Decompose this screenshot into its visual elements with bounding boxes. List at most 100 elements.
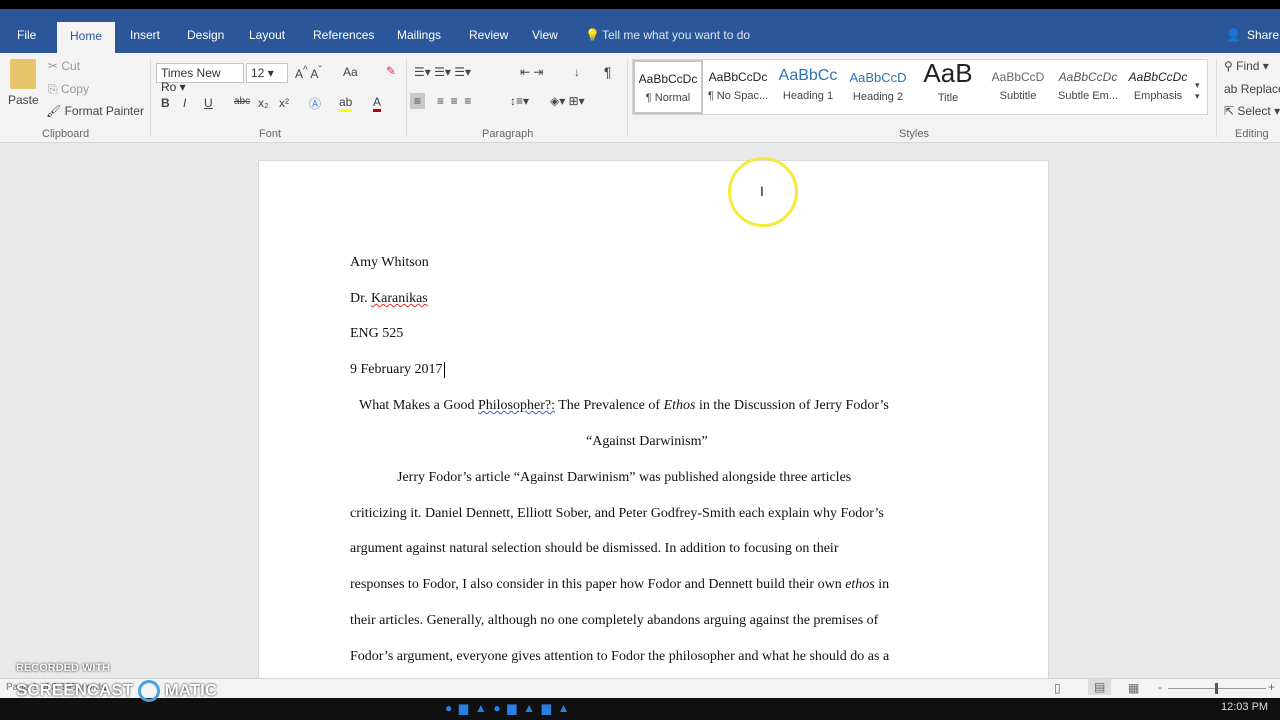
subscript-button[interactable]: x₂ <box>258 96 269 110</box>
document-page[interactable] <box>258 160 1049 680</box>
style-emphasis[interactable]: AaBbCcDc Emphasis <box>1123 60 1193 114</box>
watermark-text: MATIC <box>164 680 218 700</box>
underline-button[interactable]: U <box>204 96 213 110</box>
lightbulb-icon: 💡 <box>585 28 600 42</box>
cut-button[interactable]: ✂ Cut <box>48 59 80 73</box>
date-line: 9 February 2017 <box>350 362 445 378</box>
body-text: responses to Fodor, I also consider in t… <box>350 577 846 592</box>
title-bar <box>0 0 1280 9</box>
style-heading-2[interactable]: AaBbCcD Heading 2 <box>843 60 913 114</box>
read-mode-icon[interactable]: ▯ <box>1054 681 1061 695</box>
tab-mailings[interactable]: Mailings <box>397 28 441 42</box>
tab-references[interactable]: References <box>313 28 374 42</box>
watermark-text: SCREENCAST <box>16 680 134 700</box>
style-subtle-emphasis[interactable]: AaBbCcDc Subtle Em... <box>1053 60 1123 114</box>
divider <box>1216 59 1217 137</box>
text-effects-icon[interactable]: Ⓐ <box>309 95 321 112</box>
zoom-slider-thumb[interactable] <box>1215 683 1218 694</box>
copy-button[interactable]: ⎘ Copy <box>48 82 89 97</box>
style-name: Subtitle <box>999 90 1037 102</box>
body-line: Fodor’s argument, everyone gives attenti… <box>350 649 890 664</box>
body-text: in <box>874 577 890 592</box>
font-name-select[interactable]: Times New Ro ▾ <box>156 63 244 94</box>
show-formatting-button[interactable]: ¶ <box>604 64 612 80</box>
style-preview: AaBbCcDc <box>1058 70 1118 84</box>
font-name-value: Times New Ro <box>161 66 221 94</box>
tab-file[interactable]: File <box>17 28 36 42</box>
style-name: Heading 1 <box>782 90 834 102</box>
style-preview: AaBbCcDc <box>638 72 698 86</box>
clear-formatting-icon[interactable]: ✎ <box>386 64 396 78</box>
style-name: Subtle Em... <box>1058 90 1118 102</box>
style-preview: AaBbCcDc <box>1128 70 1188 84</box>
tab-layout[interactable]: Layout <box>249 28 285 42</box>
ribbon-tabs: File Home Insert Design Layout Reference… <box>0 9 1280 53</box>
style-preview: AaBbCcD <box>991 70 1045 84</box>
print-layout-icon[interactable]: ▤ <box>1088 679 1112 695</box>
strikethrough-button[interactable]: abc <box>234 96 250 107</box>
format-painter-button[interactable]: 🖌 Format Painter <box>46 104 144 118</box>
align-left-button[interactable]: ≡ <box>410 93 426 109</box>
ribbon: Paste ✂ Cut ⎘ Copy 🖌 Format Painter Clip… <box>0 53 1280 143</box>
tell-me-search[interactable]: Tell me what you want to do <box>602 28 750 42</box>
instructor-line: Dr. Karanikas <box>350 291 428 307</box>
grow-font-icon[interactable]: A^ Aˇ <box>295 65 322 81</box>
taskbar-app-icons[interactable]: ● ▆ ▲ ● ▆ ▲ ▆ ▲ <box>445 701 570 715</box>
divider <box>406 59 407 137</box>
share-button[interactable]: Share <box>1247 28 1279 42</box>
body-line: responses to Fodor, I also consider in t… <box>350 577 889 593</box>
font-color-icon[interactable]: A <box>373 95 382 112</box>
zoom-out-button[interactable]: - <box>1158 680 1162 694</box>
web-layout-icon[interactable]: ▦ <box>1128 681 1139 695</box>
zoom-in-button[interactable]: + <box>1268 680 1275 694</box>
instructor-title: Dr. <box>350 291 371 306</box>
styles-group-label: Styles <box>899 128 929 140</box>
text-cursor-icon: I <box>760 183 764 199</box>
align-buttons[interactable]: ≡ ≡ ≡ <box>437 94 471 108</box>
tab-insert[interactable]: Insert <box>130 28 160 42</box>
italic-button[interactable]: I <box>183 96 186 110</box>
title-part: The Prevalence of <box>554 398 664 413</box>
title-part: What Makes a Good <box>359 398 478 413</box>
indent-icon[interactable]: ⇤ ⇥ <box>520 65 543 79</box>
font-size-value: 12 <box>251 66 265 80</box>
style-no-spacing[interactable]: AaBbCcDc ¶ No Spac... <box>703 60 773 114</box>
clock[interactable]: 12:03 PM <box>1221 701 1268 713</box>
bullets-icon[interactable]: ☰▾ ☰▾ ☰▾ <box>414 65 471 79</box>
style-normal[interactable]: AaBbCcDc ¶ Normal <box>633 60 703 114</box>
tab-home[interactable]: Home <box>57 22 116 53</box>
shading-icon[interactable]: ◈▾ ⊞▾ <box>550 94 585 108</box>
style-preview: AaB <box>923 58 973 88</box>
highlight-icon[interactable]: ab <box>339 95 353 112</box>
font-size-select[interactable]: 12 ▾ <box>246 63 288 83</box>
superscript-button[interactable]: x² <box>279 96 289 110</box>
select-label: Select <box>1237 104 1271 118</box>
style-name: Heading 2 <box>852 91 904 103</box>
tab-view[interactable]: View <box>532 28 558 42</box>
style-preview: AaBbCc <box>778 67 838 84</box>
change-case-button[interactable]: Aa <box>343 65 358 79</box>
watermark-logo: SCREENCAST MATIC <box>16 680 217 702</box>
paste-button[interactable]: Paste <box>8 93 39 107</box>
author-line: Amy Whitson <box>350 255 429 270</box>
find-button[interactable]: ⚲ Find ▾ <box>1224 59 1269 73</box>
tab-review[interactable]: Review <box>469 28 508 42</box>
course-line: ENG 525 <box>350 326 404 341</box>
style-heading-1[interactable]: AaBbCc Heading 1 <box>773 60 843 114</box>
line-spacing-icon[interactable]: ↕≡▾ <box>510 94 529 108</box>
paste-icon[interactable] <box>10 59 36 89</box>
sort-icon[interactable]: ↓ <box>574 65 580 79</box>
bold-button[interactable]: B <box>161 96 170 110</box>
tab-design[interactable]: Design <box>187 28 224 42</box>
style-subtitle[interactable]: AaBbCcD Subtitle <box>983 60 1053 114</box>
select-button[interactable]: ⇱ Select ▾ <box>1224 104 1280 118</box>
body-line: their articles. Generally, although no o… <box>350 613 879 628</box>
share-icon[interactable]: 👤 <box>1226 28 1241 42</box>
style-name: ¶ Normal <box>645 92 691 104</box>
body-line: criticizing it. Daniel Dennett, Elliott … <box>350 506 884 521</box>
style-title[interactable]: AaB Title <box>913 58 983 114</box>
styles-scroll-button[interactable]: ▾ ▾ <box>1195 80 1200 102</box>
replace-button[interactable]: ab Replace <box>1224 82 1280 96</box>
style-name: Title <box>937 92 959 104</box>
divider <box>627 59 628 137</box>
